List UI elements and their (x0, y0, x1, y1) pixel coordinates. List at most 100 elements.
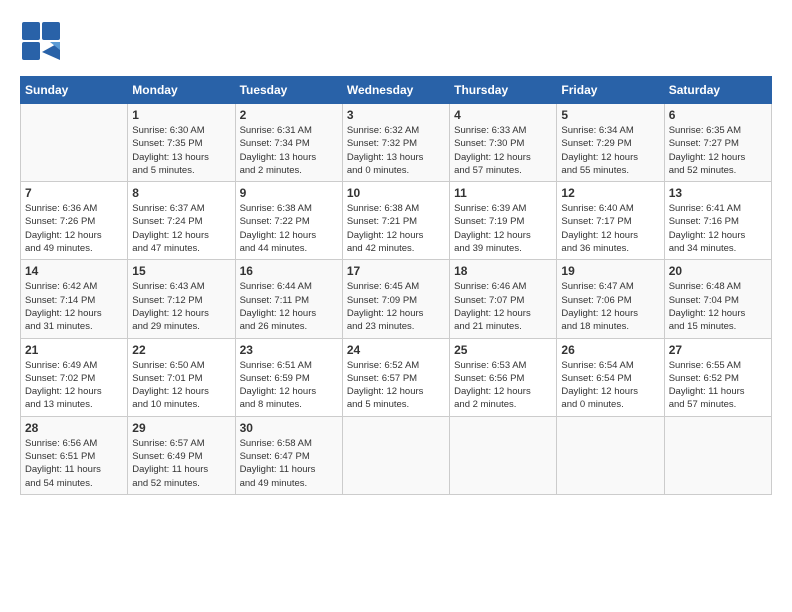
day-number: 23 (240, 343, 338, 357)
day-info: Sunrise: 6:35 AMSunset: 7:27 PMDaylight:… (669, 124, 767, 177)
day-number: 5 (561, 108, 659, 122)
day-number: 10 (347, 186, 445, 200)
day-info: Sunrise: 6:54 AMSunset: 6:54 PMDaylight:… (561, 359, 659, 412)
calendar-cell: 8Sunrise: 6:37 AMSunset: 7:24 PMDaylight… (128, 182, 235, 260)
day-number: 2 (240, 108, 338, 122)
day-number: 22 (132, 343, 230, 357)
day-info: Sunrise: 6:49 AMSunset: 7:02 PMDaylight:… (25, 359, 123, 412)
calendar-cell: 21 Sunrise: 6:49 AMSunset: 7:02 PMDayligh… (21, 338, 128, 416)
weekday-header: Sunday (21, 77, 128, 104)
day-info: Sunrise: 6:41 AMSunset: 7:16 PMDaylight:… (669, 202, 767, 255)
calendar-cell: 30 Sunrise: 6:58 AMSunset: 6:47 PMDayligh… (235, 416, 342, 494)
calendar-cell: 2 Sunrise: 6:31 AMSunset: 7:34 PMDaylight… (235, 104, 342, 182)
day-info: Sunrise: 6:40 AMSunset: 7:17 PMDaylight:… (561, 202, 659, 255)
calendar-cell (664, 416, 771, 494)
calendar-cell: 16 Sunrise: 6:44 AMSunset: 7:11 PMDayligh… (235, 260, 342, 338)
calendar-week-row: 28 Sunrise: 6:56 AMSunset: 6:51 PMDayligh… (21, 416, 772, 494)
calendar-cell: 9 Sunrise: 6:38 AMSunset: 7:22 PMDaylight… (235, 182, 342, 260)
calendar-cell: 14 Sunrise: 6:42 AMSunset: 7:14 PMDayligh… (21, 260, 128, 338)
day-info: Sunrise: 6:42 AMSunset: 7:14 PMDaylight:… (25, 280, 123, 333)
day-info: Sunrise: 6:56 AMSunset: 6:51 PMDaylight:… (25, 437, 123, 490)
day-number: 27 (669, 343, 767, 357)
calendar-cell: 15 Sunrise: 6:43 AMSunset: 7:12 PMDayligh… (128, 260, 235, 338)
weekday-header: Monday (128, 77, 235, 104)
day-number: 29 (132, 421, 230, 435)
calendar-week-row: 1 Sunrise: 6:30 AMSunset: 7:35 PMDaylight… (21, 104, 772, 182)
calendar-cell (557, 416, 664, 494)
day-number: 4 (454, 108, 552, 122)
calendar-table: SundayMondayTuesdayWednesdayThursdayFrid… (20, 76, 772, 495)
day-info: Sunrise: 6:38 AMSunset: 7:21 PMDaylight:… (347, 202, 445, 255)
day-info: Sunrise: 6:53 AMSunset: 6:56 PMDaylight:… (454, 359, 552, 412)
calendar-cell: 20 Sunrise: 6:48 AMSunset: 7:04 PMDayligh… (664, 260, 771, 338)
calendar-cell: 17 Sunrise: 6:45 AMSunset: 7:09 PMDayligh… (342, 260, 449, 338)
day-info: Sunrise: 6:43 AMSunset: 7:12 PMDaylight:… (132, 280, 230, 333)
day-info: Sunrise: 6:45 AMSunset: 7:09 PMDaylight:… (347, 280, 445, 333)
calendar-cell: 25 Sunrise: 6:53 AMSunset: 6:56 PMDayligh… (450, 338, 557, 416)
day-info: Sunrise: 6:31 AMSunset: 7:34 PMDaylight:… (240, 124, 338, 177)
calendar-week-row: 14 Sunrise: 6:42 AMSunset: 7:14 PMDayligh… (21, 260, 772, 338)
calendar-cell: 28 Sunrise: 6:56 AMSunset: 6:51 PMDayligh… (21, 416, 128, 494)
day-number: 9 (240, 186, 338, 200)
calendar-cell: 13Sunrise: 6:41 AMSunset: 7:16 PMDayligh… (664, 182, 771, 260)
weekday-header: Saturday (664, 77, 771, 104)
calendar-cell: 24Sunrise: 6:52 AMSunset: 6:57 PMDayligh… (342, 338, 449, 416)
day-info: Sunrise: 6:50 AMSunset: 7:01 PMDaylight:… (132, 359, 230, 412)
day-number: 30 (240, 421, 338, 435)
day-info: Sunrise: 6:32 AMSunset: 7:32 PMDaylight:… (347, 124, 445, 177)
calendar-cell: 10 Sunrise: 6:38 AMSunset: 7:21 PMDayligh… (342, 182, 449, 260)
day-number: 16 (240, 264, 338, 278)
day-info: Sunrise: 6:38 AMSunset: 7:22 PMDaylight:… (240, 202, 338, 255)
day-info: Sunrise: 6:55 AMSunset: 6:52 PMDaylight:… (669, 359, 767, 412)
logo-icon (20, 20, 60, 60)
day-number: 3 (347, 108, 445, 122)
day-info: Sunrise: 6:46 AMSunset: 7:07 PMDaylight:… (454, 280, 552, 333)
calendar-cell: 18Sunrise: 6:46 AMSunset: 7:07 PMDayligh… (450, 260, 557, 338)
weekday-header: Wednesday (342, 77, 449, 104)
calendar-cell (450, 416, 557, 494)
calendar-cell: 1 Sunrise: 6:30 AMSunset: 7:35 PMDaylight… (128, 104, 235, 182)
calendar-cell: 11 Sunrise: 6:39 AMSunset: 7:19 PMDayligh… (450, 182, 557, 260)
calendar-cell: 22 Sunrise: 6:50 AMSunset: 7:01 PMDayligh… (128, 338, 235, 416)
day-number: 11 (454, 186, 552, 200)
weekday-header: Tuesday (235, 77, 342, 104)
calendar-cell: 29 Sunrise: 6:57 AMSunset: 6:49 PMDayligh… (128, 416, 235, 494)
day-info: Sunrise: 6:47 AMSunset: 7:06 PMDaylight:… (561, 280, 659, 333)
page-header (20, 20, 772, 60)
day-number: 25 (454, 343, 552, 357)
day-info: Sunrise: 6:30 AMSunset: 7:35 PMDaylight:… (132, 124, 230, 177)
day-info: Sunrise: 6:39 AMSunset: 7:19 PMDaylight:… (454, 202, 552, 255)
weekday-header: Thursday (450, 77, 557, 104)
weekday-header: Friday (557, 77, 664, 104)
day-number: 17 (347, 264, 445, 278)
calendar-cell (21, 104, 128, 182)
calendar-cell (342, 416, 449, 494)
day-number: 15 (132, 264, 230, 278)
day-info: Sunrise: 6:33 AMSunset: 7:30 PMDaylight:… (454, 124, 552, 177)
day-number: 21 (25, 343, 123, 357)
day-number: 14 (25, 264, 123, 278)
calendar-week-row: 21 Sunrise: 6:49 AMSunset: 7:02 PMDayligh… (21, 338, 772, 416)
calendar-week-row: 7 Sunrise: 6:36 AMSunset: 7:26 PMDaylight… (21, 182, 772, 260)
day-info: Sunrise: 6:51 AMSunset: 6:59 PMDaylight:… (240, 359, 338, 412)
day-number: 7 (25, 186, 123, 200)
day-number: 20 (669, 264, 767, 278)
calendar-cell: 3 Sunrise: 6:32 AMSunset: 7:32 PMDaylight… (342, 104, 449, 182)
day-info: Sunrise: 6:48 AMSunset: 7:04 PMDaylight:… (669, 280, 767, 333)
day-number: 6 (669, 108, 767, 122)
day-number: 1 (132, 108, 230, 122)
day-number: 8 (132, 186, 230, 200)
day-info: Sunrise: 6:36 AMSunset: 7:26 PMDaylight:… (25, 202, 123, 255)
calendar-cell: 23 Sunrise: 6:51 AMSunset: 6:59 PMDayligh… (235, 338, 342, 416)
calendar-cell: 12 Sunrise: 6:40 AMSunset: 7:17 PMDayligh… (557, 182, 664, 260)
day-number: 26 (561, 343, 659, 357)
day-info: Sunrise: 6:52 AMSunset: 6:57 PMDaylight:… (347, 359, 445, 412)
day-number: 12 (561, 186, 659, 200)
logo (20, 20, 64, 60)
day-number: 28 (25, 421, 123, 435)
calendar-cell: 5Sunrise: 6:34 AMSunset: 7:29 PMDaylight… (557, 104, 664, 182)
calendar-cell: 19Sunrise: 6:47 AMSunset: 7:06 PMDayligh… (557, 260, 664, 338)
day-info: Sunrise: 6:44 AMSunset: 7:11 PMDaylight:… (240, 280, 338, 333)
day-info: Sunrise: 6:58 AMSunset: 6:47 PMDaylight:… (240, 437, 338, 490)
day-info: Sunrise: 6:57 AMSunset: 6:49 PMDaylight:… (132, 437, 230, 490)
